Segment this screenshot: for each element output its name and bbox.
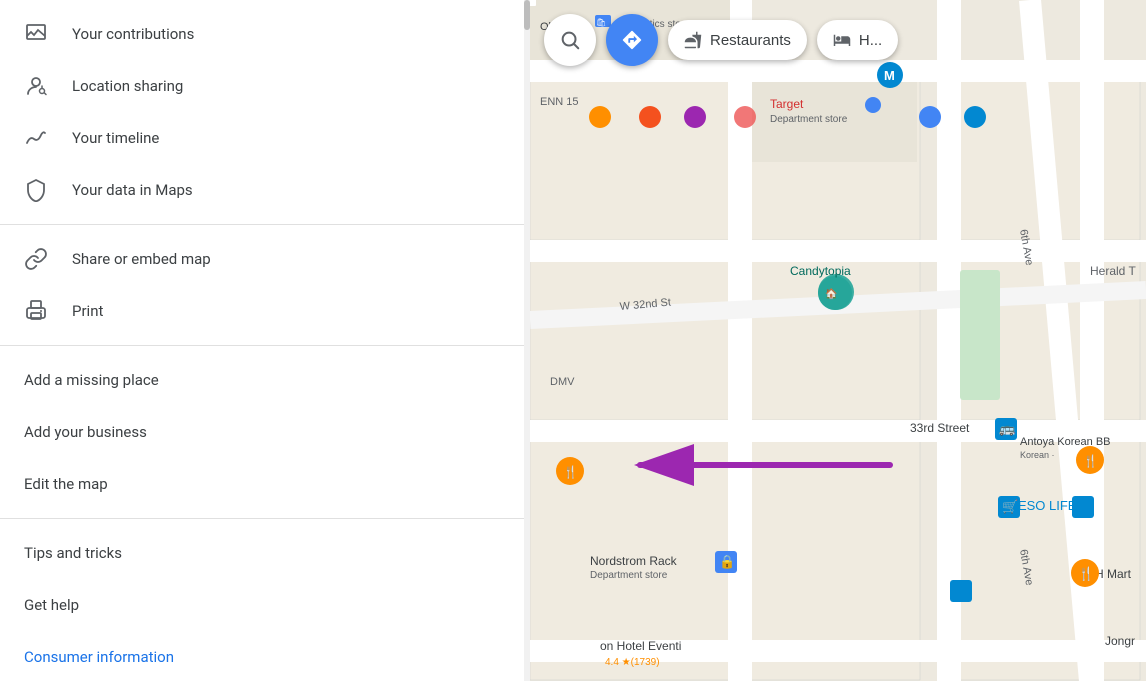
timeline-icon — [24, 126, 72, 150]
directions-button[interactable] — [606, 14, 658, 66]
svg-text:🍴: 🍴 — [1083, 454, 1098, 468]
print-icon — [24, 299, 72, 323]
svg-text:33rd Street: 33rd Street — [910, 421, 970, 435]
help-section: Tips and tricks Get help Consumer inform… — [0, 518, 530, 681]
svg-text:🚌: 🚌 — [999, 421, 1015, 436]
svg-text:4.4 ★(1739): 4.4 ★(1739) — [605, 657, 660, 668]
get-help-label: Get help — [24, 596, 79, 614]
svg-text:Target: Target — [770, 97, 804, 111]
data-maps-label: Your data in Maps — [72, 181, 193, 199]
svg-text:Candytopia: Candytopia — [790, 264, 851, 278]
svg-text:H Mart: H Mart — [1095, 567, 1132, 581]
restaurants-button[interactable]: Restaurants — [668, 20, 807, 60]
print-label: Print — [72, 302, 103, 320]
hotels-button[interactable]: H... — [817, 20, 898, 60]
data-maps-icon — [24, 178, 72, 202]
menu-item-data-maps[interactable]: Your data in Maps — [0, 164, 530, 216]
location-sharing-label: Location sharing — [72, 77, 183, 95]
svg-text:Herald T: Herald T — [1090, 264, 1136, 278]
account-section: Your contributions Location sharing — [0, 0, 530, 224]
svg-text:TESO LIFE: TESO LIFE — [1010, 498, 1077, 513]
menu-item-contributions[interactable]: Your contributions — [0, 8, 530, 60]
consumer-info-label: Consumer information — [24, 648, 174, 666]
scrollbar-thumb[interactable] — [524, 0, 530, 30]
scrollbar[interactable] — [524, 0, 530, 681]
map-background: DMV Old Navy 🛍 Cosmetics store Target De… — [530, 0, 1146, 681]
svg-text:Antoya Korean BB: Antoya Korean BB — [1020, 436, 1111, 448]
add-business-label: Add your business — [24, 423, 147, 441]
svg-text:on Hotel Eventi: on Hotel Eventi — [600, 639, 681, 653]
svg-text:DMV: DMV — [550, 376, 575, 388]
edit-map-label: Edit the map — [24, 475, 108, 493]
menu-item-timeline[interactable]: Your timeline — [0, 112, 530, 164]
svg-text:🔒: 🔒 — [719, 554, 735, 569]
svg-text:Department store: Department store — [770, 114, 848, 125]
share-label: Share or embed map — [72, 250, 211, 268]
location-sharing-icon — [24, 74, 72, 98]
menu-item-edit-map[interactable]: Edit the map — [0, 458, 530, 510]
restaurant-icon — [684, 31, 702, 49]
hotels-icon — [833, 31, 851, 49]
svg-text:Korean ·: Korean · — [1020, 450, 1055, 460]
tools-section: Share or embed map Print — [0, 224, 530, 345]
map-toolbar: Restaurants H... — [530, 14, 1146, 66]
search-icon — [559, 29, 581, 51]
directions-icon — [621, 29, 643, 51]
sidebar: Your contributions Location sharing — [0, 0, 530, 681]
menu-item-print[interactable]: Print — [0, 285, 530, 337]
svg-text:M: M — [884, 68, 895, 83]
add-missing-place-label: Add a missing place — [24, 371, 159, 389]
share-icon — [24, 247, 72, 271]
tips-label: Tips and tricks — [24, 544, 122, 562]
search-button[interactable] — [544, 14, 596, 66]
svg-text:ENN 15: ENN 15 — [540, 96, 579, 108]
svg-text:🛒: 🛒 — [1002, 499, 1018, 514]
restaurants-label: Restaurants — [710, 32, 791, 49]
contributions-label: Your contributions — [72, 25, 194, 43]
svg-text:Jongr: Jongr — [1105, 634, 1135, 648]
map-area[interactable]: Restaurants H... — [530, 0, 1146, 681]
svg-text:🍴: 🍴 — [1078, 566, 1094, 582]
edit-section: Add a missing place Add your business Ed… — [0, 345, 530, 518]
hotels-label: H... — [859, 32, 882, 49]
menu-item-add-business[interactable]: Add your business — [0, 406, 530, 458]
svg-text:Department store: Department store — [590, 570, 668, 581]
svg-text:🍴: 🍴 — [563, 465, 578, 479]
menu-item-add-missing-place[interactable]: Add a missing place — [0, 354, 530, 406]
menu-item-share[interactable]: Share or embed map — [0, 233, 530, 285]
svg-text:Nordstrom Rack: Nordstrom Rack — [590, 554, 678, 568]
contributions-icon — [24, 22, 72, 46]
menu-item-get-help[interactable]: Get help — [0, 579, 530, 631]
menu-item-tips[interactable]: Tips and tricks — [0, 527, 530, 579]
timeline-label: Your timeline — [72, 129, 159, 147]
svg-text:🏠: 🏠 — [825, 288, 837, 300]
menu-item-location-sharing[interactable]: Location sharing — [0, 60, 530, 112]
menu-item-consumer-info[interactable]: Consumer information — [0, 631, 530, 681]
